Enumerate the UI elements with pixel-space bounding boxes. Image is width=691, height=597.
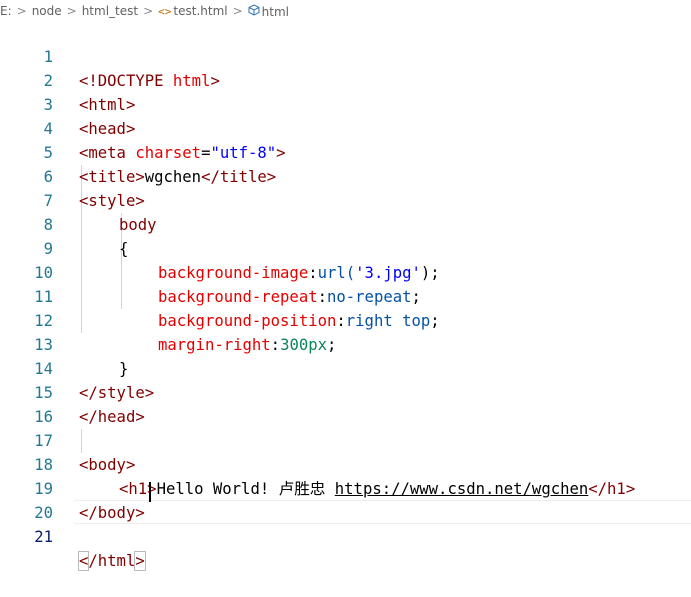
code-line: 16 (0, 381, 691, 426)
breadcrumb-folder-node[interactable]: node (32, 4, 62, 18)
code-line: 12 margin-right:300px; (0, 285, 691, 354)
breadcrumb-drive[interactable]: E: (0, 4, 12, 18)
code-line: 15 </head> (0, 357, 691, 426)
code-editor[interactable]: 1 <!DOCTYPE html> 2 <html> 3 <head> 4 <m… (0, 21, 691, 571)
code-line: 19 </body> (0, 453, 691, 522)
breadcrumb: E: > node > html_test > <> test.html > ht… (0, 0, 691, 22)
code-line: 9 background-image:url('3.jpg'); (0, 213, 691, 282)
breadcrumb-folder-html-test[interactable]: html_test (82, 4, 138, 18)
code-line-current: 21 </html> (0, 501, 691, 571)
breadcrumb-file-label: test.html (173, 4, 228, 18)
code-token: < (77, 551, 90, 571)
chevron-right-icon: > (16, 4, 27, 18)
code-line: 10 background-repeat:no-repeat; (0, 237, 691, 306)
chevron-right-icon: > (232, 4, 243, 18)
code-line: 6 <style> (0, 141, 691, 210)
breadcrumb-symbol-label: html (261, 4, 290, 19)
symbol-cube-icon (248, 3, 260, 16)
code-line: 8 { (0, 189, 691, 258)
code-line: 18 <h1>Hello World! 卢胜忠 https://www.csdn… (0, 429, 691, 498)
code-line: 2 <html> (0, 45, 691, 114)
line-number: 21 (34, 528, 53, 546)
code-token: /html (88, 552, 136, 570)
code-line: 20 (0, 477, 691, 522)
code-token: > (134, 551, 146, 571)
chevron-right-icon: > (143, 4, 154, 18)
code-line: 17 <body> (0, 405, 691, 474)
breadcrumb-symbol[interactable]: html (248, 3, 290, 19)
code-line: 14 </style> (0, 333, 691, 402)
code-line: 4 <meta charset="utf-8"> (0, 93, 691, 162)
chevron-right-icon: > (66, 4, 77, 18)
text-cursor (149, 482, 151, 502)
code-line: 11 background-position:right top; (0, 261, 691, 330)
code-line: 3 <head> (0, 69, 691, 138)
code-line: 5 <title>wgchen</title> (0, 117, 691, 186)
code-line: 7 body (0, 165, 691, 234)
code-line: 13 } (0, 309, 691, 378)
breadcrumb-file[interactable]: <> test.html (158, 4, 227, 18)
html-file-icon: <> (158, 5, 172, 18)
code-line: 1 <!DOCTYPE html> (0, 21, 691, 90)
